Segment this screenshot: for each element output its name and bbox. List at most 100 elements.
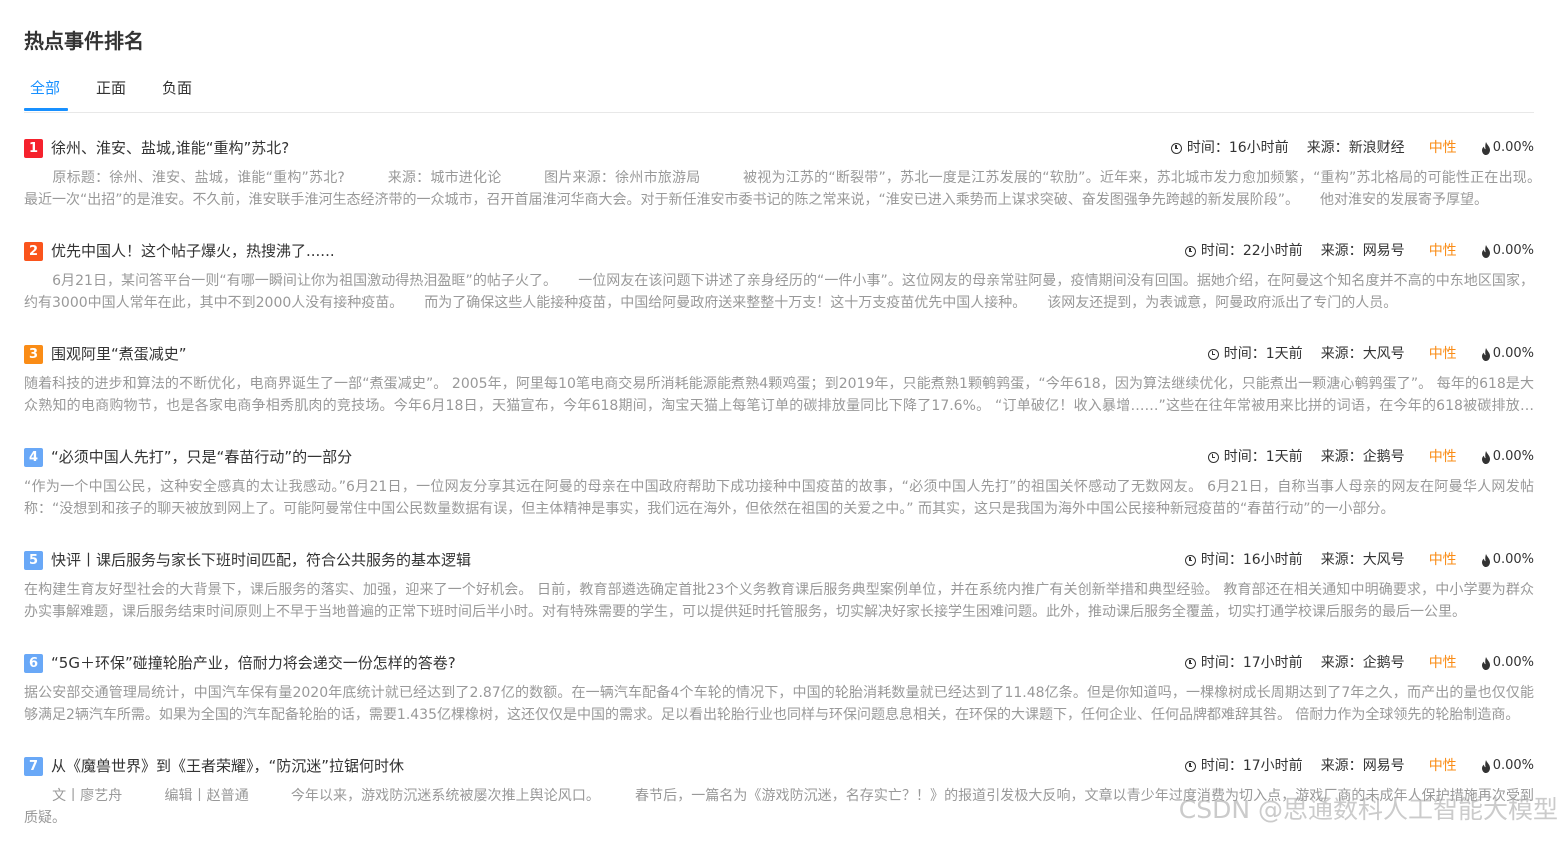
event-meta: 时间： 1天前 来源： 大风号 中性 0.00% xyxy=(1207,342,1534,366)
filter-tabs: 全部 正面 负面 xyxy=(24,70,1534,113)
source-label: 来源： xyxy=(1320,552,1363,568)
source-value: 企鹅号 xyxy=(1362,449,1405,465)
time-label: 时间： xyxy=(1223,346,1266,362)
event-summary: “作为一个中国公民，这种安全感真的太让我感动。”6月21日，一位网友分享其远在阿… xyxy=(24,479,1534,517)
active-tab-indicator xyxy=(24,108,68,111)
event-item: 1 徐州、淮安、盐城,谁能“重构”苏北? 时间： 16小时前 来源： 新浪财经 中性 0.00… xyxy=(24,136,1534,239)
page-title: 热点事件排名 xyxy=(24,29,144,53)
flame-icon xyxy=(1481,553,1490,567)
event-list: 1 徐州、淮安、盐城,谁能“重构”苏北? 时间： 16小时前 来源： 新浪财经 中性 0.00… xyxy=(24,136,1534,857)
event-title-link[interactable]: 快评丨课后服务与家长下班时间匹配，符合公共服务的基本逻辑 xyxy=(51,548,471,572)
tab-all[interactable]: 全部 xyxy=(30,78,60,98)
heat-value: 0.00% xyxy=(1492,346,1534,361)
event-title-link[interactable]: 优先中国人！这个帖子爆火，热搜沸了...... xyxy=(51,239,335,263)
clock-icon xyxy=(1207,451,1219,463)
event-meta: 时间： 16小时前 来源： 新浪财经 中性 0.00% xyxy=(1170,136,1534,160)
rank-badge: 6 xyxy=(24,654,43,673)
flame-icon xyxy=(1481,759,1490,773)
flame-icon xyxy=(1481,450,1490,464)
event-title-link[interactable]: 从《魔兽世界》到《王者荣耀》，“防沉迷”拉锯何时休 xyxy=(51,754,404,778)
source-label: 来源： xyxy=(1320,449,1363,465)
event-item: 4 “必须中国人先打”，只是“春苗行动”的一部分 时间： 1天前 来源： 企鹅号 中性 0.0… xyxy=(24,445,1534,548)
clock-icon xyxy=(1184,657,1196,669)
event-item: 5 快评丨课后服务与家长下班时间匹配，符合公共服务的基本逻辑 时间： 16小时前 来源：… xyxy=(24,548,1534,651)
source-value: 大风号 xyxy=(1362,346,1405,362)
rank-badge: 2 xyxy=(24,242,43,261)
event-summary: 据公安部交通管理局统计，中国汽车保有量2020年底统计就已经达到了2.87亿的数… xyxy=(24,685,1534,723)
event-item: 6 “5G＋环保”碰撞轮胎产业，倍耐力将会递交一份怎样的答卷? 时间： 17小时前 来源… xyxy=(24,651,1534,754)
event-summary: 原标题：徐州、淮安、盐城，谁能“重构”苏北? 来源：城市进化论 图片来源：徐州市… xyxy=(24,170,1534,208)
event-item-header: 6 “5G＋环保”碰撞轮胎产业，倍耐力将会递交一份怎样的答卷? 时间： 17小时前 来源… xyxy=(24,651,1534,675)
time-label: 时间： xyxy=(1186,140,1229,156)
event-item-header: 2 优先中国人！这个帖子爆火，热搜沸了...... 时间： 22小时前 来源： 网易号 中性… xyxy=(24,239,1534,263)
event-item-header: 4 “必须中国人先打”，只是“春苗行动”的一部分 时间： 1天前 来源： 企鹅号 中性 0.0… xyxy=(24,445,1534,469)
heat-value: 0.00% xyxy=(1492,449,1534,464)
time-label: 时间： xyxy=(1200,552,1243,568)
event-meta: 时间： 1天前 来源： 企鹅号 中性 0.00% xyxy=(1207,445,1534,469)
clock-icon xyxy=(1170,142,1182,154)
heat-value: 0.00% xyxy=(1492,140,1534,155)
event-summary: 6月21日，某问答平台一则“有哪一瞬间让你为祖国激动得热泪盈眶”的帖子火了。 一… xyxy=(24,273,1534,311)
sentiment-badge: 中性 xyxy=(1428,346,1457,362)
event-item: 2 优先中国人！这个帖子爆火，热搜沸了...... 时间： 22小时前 来源： 网易号 中性… xyxy=(24,239,1534,342)
flame-icon xyxy=(1481,244,1490,258)
rank-badge: 4 xyxy=(24,448,43,467)
time-value: 1天前 xyxy=(1265,449,1303,465)
time-value: 16小时前 xyxy=(1228,140,1289,156)
rank-badge: 3 xyxy=(24,345,43,364)
heat-value: 0.00% xyxy=(1492,243,1534,258)
time-label: 时间： xyxy=(1200,243,1243,259)
source-label: 来源： xyxy=(1320,655,1363,671)
event-title-link[interactable]: “必须中国人先打”，只是“春苗行动”的一部分 xyxy=(51,445,352,469)
source-label: 来源： xyxy=(1306,140,1349,156)
sentiment-badge: 中性 xyxy=(1428,655,1457,671)
flame-icon xyxy=(1481,656,1490,670)
heat-value: 0.00% xyxy=(1492,655,1534,670)
time-label: 时间： xyxy=(1200,655,1243,671)
clock-icon xyxy=(1184,760,1196,772)
sentiment-badge: 中性 xyxy=(1428,552,1457,568)
event-title-link[interactable]: 围观阿里“煮蛋减史” xyxy=(51,342,187,366)
clock-icon xyxy=(1184,245,1196,257)
heat-value: 0.00% xyxy=(1492,758,1534,773)
event-title-link[interactable]: “5G＋环保”碰撞轮胎产业，倍耐力将会递交一份怎样的答卷? xyxy=(51,651,456,675)
event-meta: 时间： 16小时前 来源： 大风号 中性 0.00% xyxy=(1184,548,1534,572)
sentiment-badge: 中性 xyxy=(1428,140,1457,156)
time-label: 时间： xyxy=(1200,758,1243,774)
clock-icon xyxy=(1207,348,1219,360)
event-meta: 时间： 17小时前 来源： 网易号 中性 0.00% xyxy=(1184,754,1534,778)
sentiment-badge: 中性 xyxy=(1428,449,1457,465)
source-label: 来源： xyxy=(1320,758,1363,774)
event-item-header: 3 围观阿里“煮蛋减史” 时间： 1天前 来源： 大风号 中性 0.00% xyxy=(24,342,1534,366)
tab-positive[interactable]: 正面 xyxy=(96,78,126,98)
heat-value: 0.00% xyxy=(1492,552,1534,567)
event-item-header: 5 快评丨课后服务与家长下班时间匹配，符合公共服务的基本逻辑 时间： 16小时前 来源：… xyxy=(24,548,1534,572)
tab-negative[interactable]: 负面 xyxy=(162,78,192,98)
rank-badge: 5 xyxy=(24,551,43,570)
time-value: 17小时前 xyxy=(1242,655,1303,671)
time-value: 1天前 xyxy=(1265,346,1303,362)
event-meta: 时间： 22小时前 来源： 网易号 中性 0.00% xyxy=(1184,239,1534,263)
flame-icon xyxy=(1481,141,1490,155)
event-summary: 随着科技的进步和算法的不断优化，电商界诞生了一部“煮蛋减史”。 2005年，阿里… xyxy=(24,376,1534,414)
source-value: 网易号 xyxy=(1362,243,1405,259)
rank-badge: 1 xyxy=(24,139,43,158)
event-item-header: 1 徐州、淮安、盐城,谁能“重构”苏北? 时间： 16小时前 来源： 新浪财经 中性 0.00… xyxy=(24,136,1534,160)
source-label: 来源： xyxy=(1320,346,1363,362)
time-value: 17小时前 xyxy=(1242,758,1303,774)
event-summary: 在构建生育友好型社会的大背景下，课后服务的落实、加强，迎来了一个好机会。 日前，… xyxy=(24,582,1534,620)
source-value: 企鹅号 xyxy=(1362,655,1405,671)
rank-badge: 7 xyxy=(24,757,43,776)
event-item: 3 围观阿里“煮蛋减史” 时间： 1天前 来源： 大风号 中性 0.00% 随着科技的进步和算法… xyxy=(24,342,1534,445)
event-item-header: 7 从《魔兽世界》到《王者荣耀》，“防沉迷”拉锯何时休 时间： 17小时前 来源： 网易号… xyxy=(24,754,1534,778)
sentiment-badge: 中性 xyxy=(1428,758,1457,774)
event-title-link[interactable]: 徐州、淮安、盐城,谁能“重构”苏北? xyxy=(51,136,289,160)
time-value: 16小时前 xyxy=(1242,552,1303,568)
sentiment-badge: 中性 xyxy=(1428,243,1457,259)
time-label: 时间： xyxy=(1223,449,1266,465)
flame-icon xyxy=(1481,347,1490,361)
clock-icon xyxy=(1184,554,1196,566)
event-meta: 时间： 17小时前 来源： 企鹅号 中性 0.00% xyxy=(1184,651,1534,675)
source-value: 新浪财经 xyxy=(1348,140,1405,156)
source-label: 来源： xyxy=(1320,243,1363,259)
